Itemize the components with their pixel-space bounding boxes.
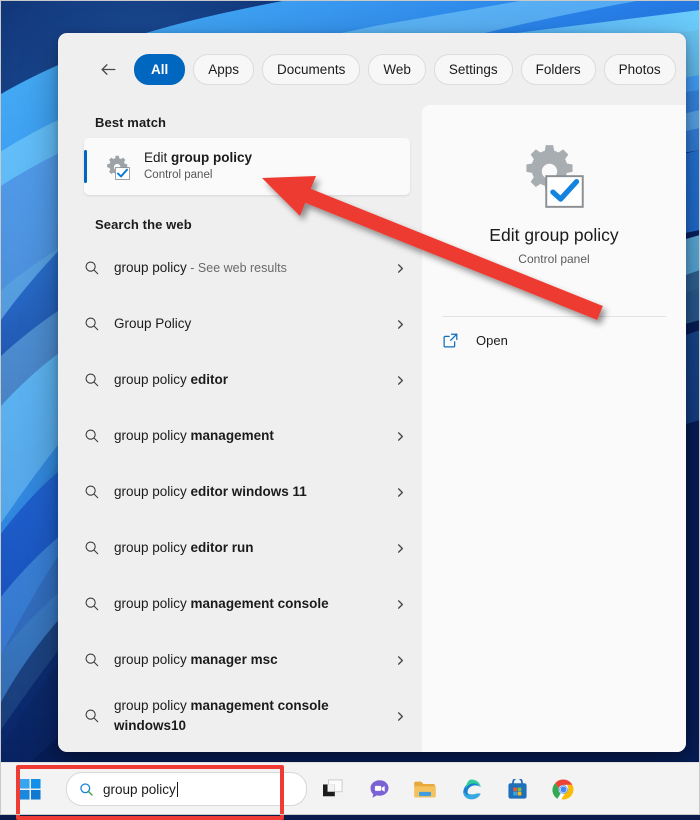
filter-pill-photos[interactable]: Photos [603, 53, 676, 85]
web-suggestion-label: group policy editor run [114, 539, 254, 555]
web-suggestion-label: group policy manager msc [114, 651, 278, 667]
web-suggestions-list: group policy - See web results Group Poli… [58, 240, 422, 744]
web-suggestion-row[interactable]: group policy management [58, 408, 422, 464]
web-suggestion-row[interactable]: group policy management console [58, 576, 422, 632]
web-suggestion-row[interactable]: group policy editor windows 11 [58, 464, 422, 520]
preview-header: Edit group policy Control panel [422, 105, 686, 316]
web-suggestion-row[interactable]: Group Policy [58, 296, 422, 352]
search-icon [84, 540, 114, 556]
windows-start-icon [19, 778, 41, 800]
filter-pill-folders[interactable]: Folders [520, 53, 596, 85]
search-input-value: group policy [103, 781, 176, 797]
google-chrome-icon[interactable] [543, 769, 583, 809]
preview-panel: Edit group policy Control panel Open [422, 105, 686, 752]
chevron-right-icon [392, 543, 408, 554]
chevron-right-icon [392, 655, 408, 666]
task-view-icon[interactable] [313, 769, 353, 809]
search-icon [84, 316, 114, 332]
chevron-right-icon [392, 711, 408, 722]
web-suggestion-row[interactable]: group policy management console windows1… [58, 688, 422, 744]
back-button[interactable] [95, 56, 121, 82]
web-suggestion-label: Group Policy [114, 315, 192, 331]
web-suggestion-row[interactable]: group policy editor run [58, 520, 422, 576]
chevron-right-icon [392, 319, 408, 330]
file-explorer-icon[interactable] [405, 769, 445, 809]
web-suggestion-label: group policy - See web results [114, 259, 287, 275]
filter-pill-web[interactable]: Web [368, 53, 426, 85]
filter-pill-all[interactable]: All [134, 53, 186, 85]
open-external-icon [442, 332, 476, 349]
web-suggestion-label: group policy management console windows1… [114, 697, 329, 733]
filter-pill-settings[interactable]: Settings [433, 53, 513, 85]
chevron-right-icon [392, 263, 408, 274]
microsoft-edge-icon[interactable] [451, 769, 491, 809]
start-button[interactable] [8, 767, 52, 811]
preview-action-open[interactable]: Open [422, 317, 686, 363]
web-suggestion-label: group policy management console [114, 595, 329, 611]
chevron-right-icon [392, 431, 408, 442]
best-match-title: Edit group policy [144, 150, 253, 166]
best-match-heading: Best match [95, 115, 167, 130]
best-match-text: Edit group policy Control panel [144, 150, 252, 182]
filter-pill-documents[interactable]: Documents [262, 53, 361, 85]
best-match-subtitle: Control panel [144, 169, 213, 182]
filter-bar: All Apps Documents Web Settings Folders … [58, 33, 686, 105]
web-suggestion-row[interactable]: group policy - See web results [58, 240, 422, 296]
microsoft-store-icon[interactable] [497, 769, 537, 809]
web-suggestion-row[interactable]: group policy editor [58, 352, 422, 408]
search-the-web-heading: Search the web [95, 217, 192, 232]
search-icon [79, 782, 103, 797]
search-icon [84, 708, 114, 724]
search-icon [84, 260, 114, 276]
preview-action-label: Open [476, 332, 508, 348]
search-icon [84, 428, 114, 444]
preview-title: Edit group policy [489, 225, 619, 245]
web-suggestion-label: group policy editor [114, 371, 229, 387]
chevron-right-icon [392, 487, 408, 498]
selection-accent-bar [84, 150, 87, 183]
web-suggestion-label: group policy management [114, 427, 274, 443]
preview-subtitle: Control panel [518, 252, 590, 266]
back-arrow-icon [101, 63, 115, 75]
web-suggestion-label: group policy editor windows 11 [114, 483, 307, 499]
search-icon [84, 372, 114, 388]
web-suggestion-row[interactable]: group policy manager msc [58, 632, 422, 688]
chevron-right-icon [392, 599, 408, 610]
search-icon [84, 652, 114, 668]
group-policy-gear-icon [104, 154, 130, 180]
results-area: Best match Edit group policy Control pan [58, 105, 686, 752]
taskbar-search-input[interactable]: group policy [66, 772, 307, 806]
search-icon [84, 484, 114, 500]
search-icon [84, 596, 114, 612]
group-policy-gear-icon [517, 141, 591, 211]
text-caret [176, 781, 178, 797]
windows-search-flyout: All Apps Documents Web Settings Folders … [58, 33, 686, 752]
filter-pill-apps[interactable]: Apps [193, 53, 255, 85]
chevron-right-icon [392, 375, 408, 386]
taskbar: group policy [0, 762, 700, 815]
best-match-result[interactable]: Edit group policy Control panel [84, 138, 410, 195]
results-list-column: Best match Edit group policy Control pan [58, 105, 422, 752]
chat-teams-icon[interactable] [359, 769, 399, 809]
